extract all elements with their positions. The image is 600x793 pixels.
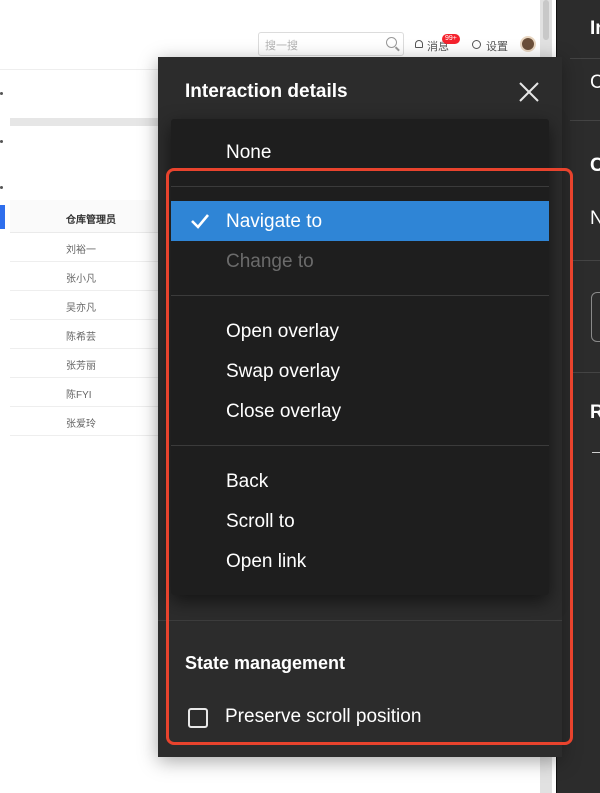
menu-item-close-overlay[interactable]: Close overlay — [171, 391, 549, 431]
checkmark-icon — [191, 214, 209, 229]
menu-item-change-to: Change to — [171, 241, 549, 281]
menu-item-open-overlay[interactable]: Open overlay — [171, 311, 549, 351]
preserve-scroll-checkbox[interactable] — [188, 708, 208, 728]
menu-item-label: Scroll to — [226, 511, 295, 532]
sidebar-heading-fragment: R — [590, 402, 600, 423]
table-row: 陈希芸 — [10, 320, 170, 349]
sidebar-divider — [570, 372, 600, 373]
sidebar-divider — [592, 452, 600, 453]
menu-separator — [171, 445, 549, 446]
preserve-scroll-checkbox-row[interactable]: Preserve scroll position — [186, 705, 506, 731]
background-dot — [0, 140, 3, 143]
sidebar-heading-fragment: In — [590, 18, 600, 39]
table-row: 吴亦凡 — [10, 291, 170, 320]
background-dot — [0, 92, 3, 95]
menu-item-label: Close overlay — [226, 401, 342, 422]
panel-divider — [158, 620, 562, 621]
table-cell: 张芳丽 — [66, 361, 96, 372]
table-row: 张小凡 — [10, 262, 170, 291]
close-icon — [519, 82, 539, 102]
state-management-title: State management — [185, 653, 346, 673]
menu-item-label: Back — [226, 471, 269, 492]
sidebar-row-fragment[interactable]: N — [590, 208, 600, 230]
preserve-scroll-label[interactable]: Preserve scroll position — [225, 706, 421, 728]
table-cell: 吴亦凡 — [66, 303, 96, 314]
background-table-header: 仓库管理员 — [10, 200, 170, 233]
menu-item-label: Open link — [226, 551, 307, 572]
sidebar-divider — [570, 58, 600, 59]
sidebar-row-fragment[interactable]: C — [590, 72, 600, 94]
bell-icon[interactable] — [415, 40, 423, 48]
settings-label[interactable]: 设置 — [486, 38, 508, 54]
menu-item-swap-overlay[interactable]: Swap overlay — [171, 351, 549, 391]
table-cell: 张小凡 — [66, 274, 96, 285]
table-cell: 陈FYI — [66, 390, 92, 401]
background-scroll-thumb[interactable] — [543, 0, 549, 40]
close-button[interactable] — [516, 79, 542, 105]
menu-item-label: Swap overlay — [226, 361, 341, 382]
menu-item-none[interactable]: None — [171, 132, 549, 172]
action-dropdown-menu: None Navigate to Change to Open overlay … — [171, 119, 549, 595]
gear-icon[interactable] — [472, 40, 481, 49]
sidebar-heading-fragment: C — [590, 155, 600, 176]
sidebar-divider — [570, 120, 600, 121]
table-row: 张芳丽 — [10, 349, 170, 378]
sidebar-input-fragment[interactable] — [591, 292, 600, 342]
menu-item-label: Change to — [226, 251, 314, 272]
table-row: 刘裕一 — [10, 233, 170, 262]
menu-item-scroll-to[interactable]: Scroll to — [171, 501, 549, 541]
menu-item-label: Open overlay — [226, 321, 340, 342]
menu-separator — [171, 295, 549, 296]
menu-item-label: None — [226, 142, 272, 163]
sidebar-divider — [570, 260, 600, 261]
menu-separator — [171, 186, 549, 187]
menu-item-label: Navigate to — [226, 211, 323, 232]
figma-sidebar-content — [562, 0, 600, 793]
avatar[interactable] — [520, 36, 536, 52]
table-cell: 陈希芸 — [66, 332, 96, 343]
menu-item-open-link[interactable]: Open link — [171, 541, 549, 581]
notifications-badge: 99+ — [442, 34, 460, 44]
table-cell: 张爱玲 — [66, 419, 96, 430]
search-icon — [386, 37, 397, 48]
background-search-input[interactable]: 搜一搜 — [258, 32, 404, 56]
background-active-indicator — [0, 205, 5, 229]
table-header-warehouse-manager: 仓库管理员 — [66, 215, 116, 226]
table-cell: 刘裕一 — [66, 245, 96, 256]
background-dot — [0, 186, 3, 189]
table-row: 张爱玲 — [10, 407, 170, 436]
menu-item-back[interactable]: Back — [171, 461, 549, 501]
panel-title: Interaction details — [185, 81, 348, 102]
menu-item-navigate-to[interactable]: Navigate to — [171, 201, 549, 241]
table-row: 陈FYI — [10, 378, 170, 407]
background-search-placeholder: 搜一搜 — [265, 40, 298, 52]
